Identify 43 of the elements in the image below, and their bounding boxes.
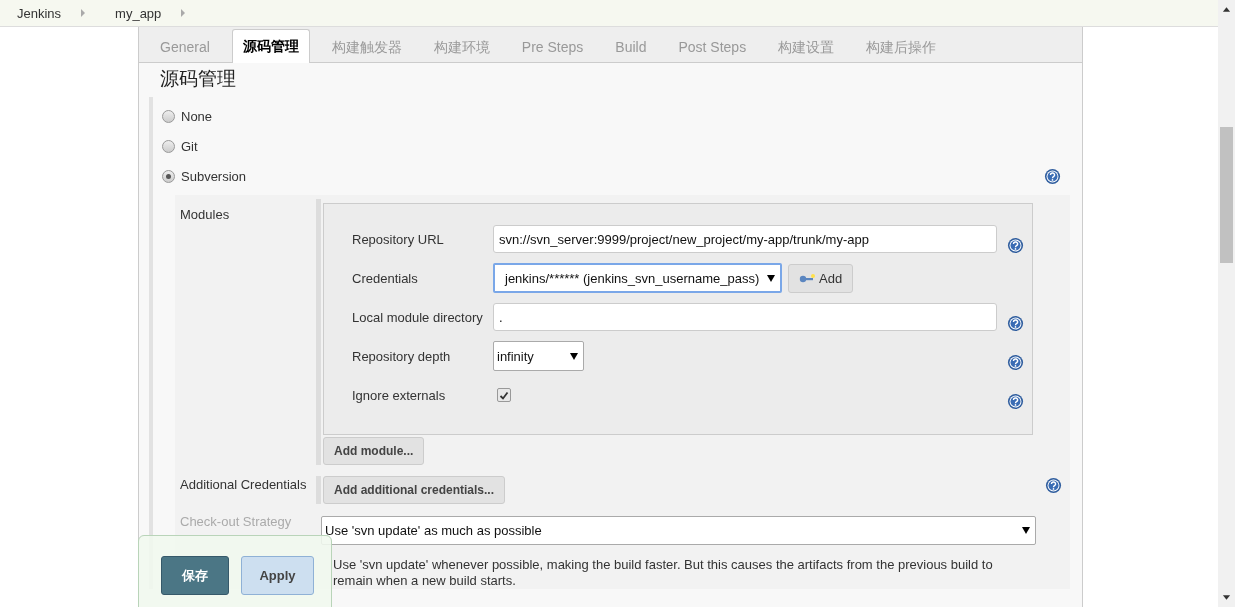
scroll-up-icon[interactable] xyxy=(1222,6,1231,12)
dropdown-arrow-icon[interactable] xyxy=(570,352,578,360)
breadcrumb-link[interactable]: my_app xyxy=(115,5,162,21)
radio-label[interactable]: None xyxy=(181,108,213,124)
radio-button[interactable] xyxy=(162,169,175,183)
dropdown[interactable]: jenkins/****** (jenkins_svn_username_pass) xyxy=(493,263,782,293)
scrollbar-thumb[interactable] xyxy=(1220,127,1233,263)
scroll-down-icon[interactable] xyxy=(1222,595,1231,601)
save-button[interactable]: 保存 xyxy=(161,556,229,595)
breadcrumb-link[interactable]: Jenkins xyxy=(17,5,62,21)
help-icon[interactable] xyxy=(1006,353,1024,371)
description-text: Use 'svn update' whenever possible, making the build faster. But this causes the artifacts from the previous build to remain when a new build starts. xyxy=(332,556,994,589)
text-field[interactable]: svn://svn_server:9999/project/new_project/my-app/trunk/my-app xyxy=(493,225,997,253)
field-label: Modules xyxy=(179,206,231,222)
key-icon[interactable] xyxy=(799,273,815,283)
dropdown[interactable]: Use 'svn update' as much as possible xyxy=(321,516,1036,545)
add-credentials-button[interactable]: Add additional credentials... xyxy=(323,476,506,504)
text-field[interactable]: . xyxy=(493,303,997,331)
tab[interactable]: 源码管理 xyxy=(231,29,310,63)
field-label: Local module directory xyxy=(352,309,484,325)
radio-label[interactable]: Subversion xyxy=(181,168,247,184)
help-icon[interactable] xyxy=(1044,167,1061,185)
help-icon[interactable] xyxy=(1045,477,1062,494)
add-module-button[interactable]: Add module... xyxy=(323,437,425,465)
field-label: Repository URL xyxy=(352,231,445,247)
radio-button[interactable] xyxy=(162,139,175,153)
apply-button[interactable]: Apply xyxy=(241,556,314,595)
field-label: Additional Credentials xyxy=(179,476,308,492)
field-label: Credentials xyxy=(352,270,419,286)
dropdown[interactable]: infinity xyxy=(493,341,584,371)
section-title: 源码管理 xyxy=(160,66,237,91)
help-icon[interactable] xyxy=(1006,314,1024,332)
help-icon[interactable] xyxy=(1006,392,1024,410)
radio-button[interactable] xyxy=(162,109,175,123)
help-icon[interactable] xyxy=(1006,236,1024,254)
scrollbar[interactable] xyxy=(1218,0,1235,607)
field-label: Repository depth xyxy=(352,348,452,364)
add-button[interactable]: Add xyxy=(788,263,854,293)
field-label: Check-out Strategy xyxy=(179,513,293,529)
field-label: Ignore externals xyxy=(352,387,447,403)
radio-label[interactable]: Git xyxy=(181,138,198,154)
dropdown-arrow-icon[interactable] xyxy=(767,274,775,282)
dropdown-arrow-icon[interactable] xyxy=(1022,527,1030,534)
